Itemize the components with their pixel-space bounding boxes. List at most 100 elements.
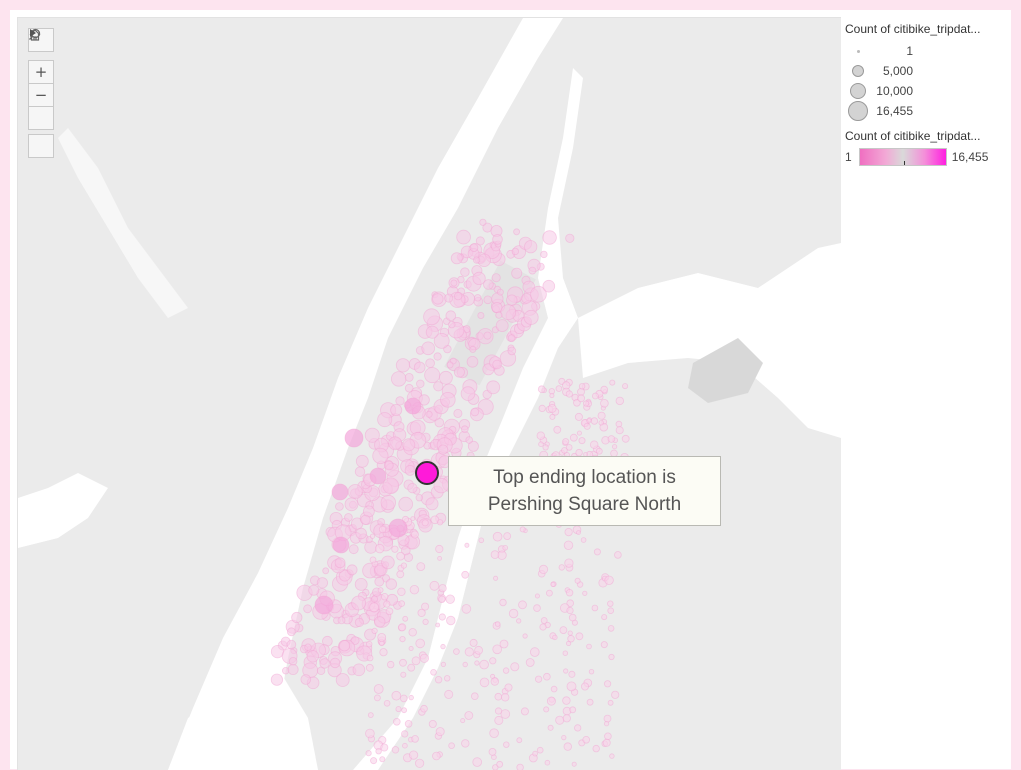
station-point[interactable]	[453, 648, 460, 655]
station-point[interactable]	[567, 635, 575, 643]
station-point[interactable]	[399, 658, 407, 667]
station-point[interactable]	[621, 434, 630, 443]
station-point[interactable]	[379, 640, 385, 647]
station-point[interactable]	[611, 444, 618, 450]
station-point[interactable]	[607, 625, 615, 632]
station-point[interactable]	[398, 600, 406, 607]
station-point[interactable]	[369, 467, 387, 485]
station-point[interactable]	[602, 738, 611, 747]
station-point[interactable]	[399, 694, 408, 703]
station-point[interactable]	[400, 671, 407, 678]
station-point[interactable]	[433, 352, 442, 361]
station-point[interactable]	[550, 685, 558, 693]
station-point[interactable]	[500, 709, 511, 719]
station-point[interactable]	[308, 584, 320, 596]
station-point[interactable]	[552, 634, 558, 641]
station-point[interactable]	[435, 544, 444, 554]
station-point[interactable]	[494, 715, 504, 725]
station-point[interactable]	[286, 627, 296, 637]
station-point[interactable]	[472, 271, 486, 285]
station-point[interactable]	[414, 758, 425, 768]
station-point[interactable]	[402, 615, 409, 622]
station-point[interactable]	[352, 663, 366, 677]
station-point[interactable]	[489, 728, 499, 738]
station-point[interactable]	[538, 404, 546, 412]
station-point[interactable]	[408, 646, 414, 652]
station-point[interactable]	[370, 757, 378, 765]
station-point[interactable]	[366, 654, 374, 662]
station-point[interactable]	[440, 643, 446, 650]
station-point[interactable]	[591, 604, 599, 612]
station-point[interactable]	[609, 753, 615, 759]
station-point[interactable]	[381, 593, 389, 601]
station-point[interactable]	[364, 540, 378, 554]
station-point[interactable]	[332, 536, 350, 554]
station-point[interactable]	[546, 696, 556, 706]
station-point[interactable]	[578, 383, 586, 390]
station-point[interactable]	[537, 385, 546, 394]
station-point[interactable]	[338, 640, 351, 652]
station-point[interactable]	[408, 628, 417, 637]
station-point[interactable]	[559, 626, 568, 634]
station-point[interactable]	[392, 717, 401, 726]
station-point[interactable]	[592, 392, 599, 400]
station-point[interactable]	[391, 545, 399, 553]
station-point[interactable]	[534, 593, 540, 599]
station-point[interactable]	[377, 633, 387, 642]
station-point[interactable]	[567, 630, 573, 636]
station-point[interactable]	[491, 273, 501, 283]
station-point[interactable]	[453, 366, 465, 378]
station-point[interactable]	[390, 403, 403, 416]
station-point[interactable]	[513, 228, 521, 236]
station-point[interactable]	[489, 657, 497, 665]
station-point[interactable]	[494, 692, 503, 701]
station-point[interactable]	[344, 513, 353, 522]
station-point[interactable]	[385, 607, 394, 616]
station-point[interactable]	[432, 751, 441, 761]
station-point[interactable]	[496, 760, 504, 768]
station-point[interactable]	[395, 396, 405, 406]
station-point[interactable]	[388, 436, 403, 451]
station-point[interactable]	[437, 556, 443, 561]
station-point[interactable]	[508, 608, 519, 619]
station-point[interactable]	[516, 737, 523, 744]
station-point[interactable]	[477, 311, 485, 319]
station-point[interactable]	[503, 532, 512, 540]
station-point[interactable]	[568, 670, 576, 678]
station-point[interactable]	[603, 714, 612, 723]
station-point[interactable]	[408, 750, 419, 760]
station-point[interactable]	[374, 616, 386, 628]
station-point[interactable]	[438, 595, 446, 603]
station-point[interactable]	[492, 359, 502, 370]
station-point[interactable]	[574, 724, 582, 732]
play-icon[interactable]	[28, 29, 54, 158]
station-point[interactable]	[525, 658, 535, 667]
station-point[interactable]	[494, 707, 503, 715]
station-point[interactable]	[347, 484, 363, 500]
station-point[interactable]	[444, 675, 451, 682]
station-point[interactable]	[536, 746, 544, 754]
station-point[interactable]	[383, 699, 391, 707]
station-point[interactable]	[303, 604, 313, 614]
station-point[interactable]	[425, 497, 439, 511]
station-point[interactable]	[410, 516, 416, 522]
station-point[interactable]	[408, 694, 414, 701]
station-point[interactable]	[510, 662, 520, 672]
station-point[interactable]	[474, 294, 482, 302]
station-point[interactable]	[291, 611, 303, 624]
station-point[interactable]	[470, 692, 479, 700]
station-point[interactable]	[523, 309, 539, 325]
station-point[interactable]	[574, 412, 583, 421]
map-canvas[interactable]	[18, 18, 841, 770]
station-point[interactable]	[583, 422, 591, 430]
station-point[interactable]	[287, 664, 299, 676]
station-point[interactable]	[360, 514, 371, 525]
station-point[interactable]	[478, 537, 485, 544]
station-point[interactable]	[607, 600, 614, 607]
station-point[interactable]	[395, 706, 402, 713]
station-point[interactable]	[383, 600, 391, 608]
station-point[interactable]	[435, 727, 445, 737]
station-point[interactable]	[378, 525, 387, 534]
station-point[interactable]	[404, 719, 413, 728]
station-point[interactable]	[421, 602, 430, 611]
